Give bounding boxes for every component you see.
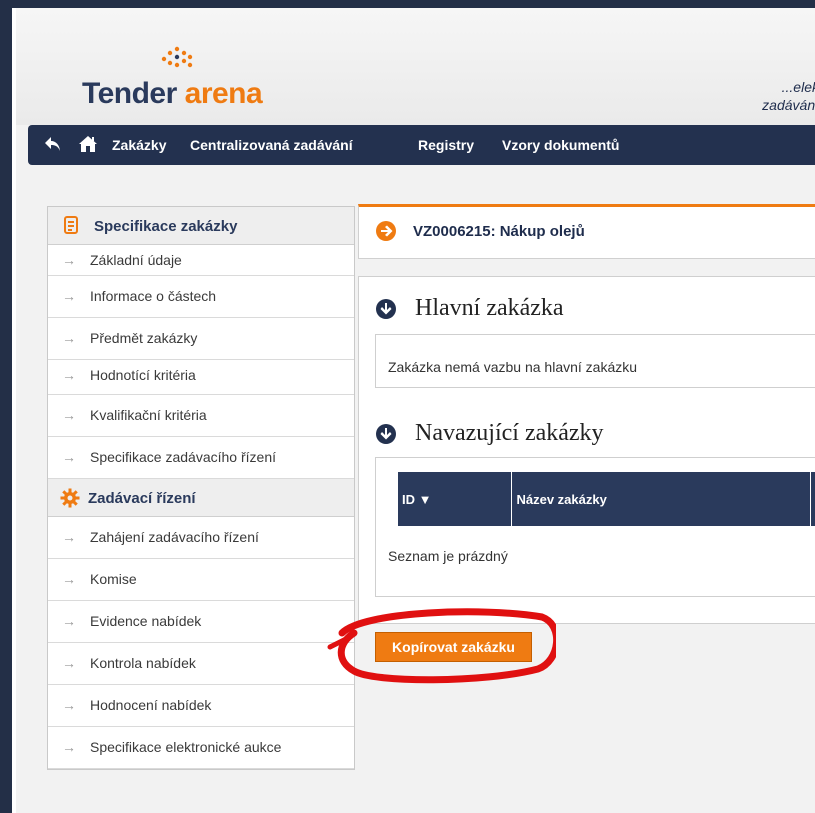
arrow-right-icon: → (62, 529, 76, 545)
sidebar-item-kvalifikacni-kriteria[interactable]: → Kvalifikační kritéria (48, 395, 354, 437)
nav-item-vzory-dokumentu[interactable]: Vzory dokumentů (502, 137, 619, 153)
logo-dots-icon (161, 46, 193, 68)
sidebar-item-label: Evidence nabídek (90, 613, 202, 629)
sidebar-item-label: Hodnotící kritéria (90, 367, 196, 383)
sidebar-item-specifikace-elektronicke-aukce[interactable]: → Specifikace elektronické aukce (48, 727, 354, 769)
main-contract-heading: Hlavní zakázka (415, 295, 564, 321)
follow-up-contracts-table: ID ▼ Název zakázky (398, 472, 815, 526)
sidebar-item-predmet-zakazky[interactable]: → Předmět zakázky (48, 318, 354, 360)
sidebar-item-evidence-nabidek[interactable]: → Evidence nabídek (48, 601, 354, 643)
empty-list-message: Seznam je prázdný (388, 548, 508, 564)
logo-text-part1: Tender (82, 77, 177, 110)
sidebar-section-specifikace[interactable]: Specifikace zakázky (48, 207, 354, 245)
nav-item-zakazky[interactable]: Zakázky (112, 137, 166, 153)
document-icon (64, 216, 78, 234)
sidebar-item-specifikace-zadavaciho-rizeni[interactable]: → Specifikace zadávacího řízení (48, 437, 354, 479)
sidebar-item-hodnotici-kriteria[interactable]: → Hodnotící kritéria (48, 360, 354, 395)
logo[interactable]: Tender arena (82, 77, 263, 111)
site-header: Tender arena ...elek zadávání (16, 8, 815, 125)
arrow-right-icon: → (62, 739, 76, 755)
sidebar-item-komise[interactable]: → Komise (48, 559, 354, 601)
sidebar: Specifikace zakázky → Základní údaje → Inf… (47, 206, 355, 770)
arrow-right-icon: → (62, 288, 76, 304)
main-nav: Zakázky Centralizovaná zadávání Registry… (28, 125, 815, 165)
sidebar-item-informace-o-castech[interactable]: → Informace o částech (48, 276, 354, 318)
arrow-right-icon: → (62, 613, 76, 629)
sidebar-item-label: Základní údaje (90, 252, 182, 268)
sidebar-item-label: Informace o částech (90, 288, 217, 304)
tagline-line2: zadávání (762, 97, 815, 113)
arrow-right-icon: → (62, 330, 76, 346)
sidebar-item-label: Komise (90, 571, 137, 587)
follow-up-contracts-box: ID ▼ Název zakázky Seznam je prázdný (375, 457, 815, 597)
arrow-right-icon: → (62, 252, 76, 268)
follow-up-contracts-header[interactable]: Navazující zakázky (359, 412, 815, 454)
tagline-line1: ...elek (781, 79, 815, 95)
contract-title-bar: VZ0006215: Nákup olejů (358, 204, 815, 259)
back-arrow-icon[interactable] (44, 135, 62, 153)
arrow-right-icon: → (62, 655, 76, 671)
sidebar-section-title: Zadávací řízení (88, 490, 196, 507)
arrow-circle-down-icon (376, 299, 396, 319)
home-icon[interactable] (78, 135, 98, 153)
arrow-right-icon: → (62, 407, 76, 423)
contract-title: VZ0006215: Nákup olejů (413, 223, 585, 240)
sidebar-item-label: Hodnocení nabídek (90, 697, 212, 713)
main-contract-message: Zakázka nemá vazbu na hlavní zakázku (388, 359, 638, 375)
nav-item-centralizovana-zadavani[interactable]: Centralizovaná zadávání (190, 137, 353, 153)
main-contract-box: Zakázka nemá vazbu na hlavní zakázku (375, 334, 815, 388)
sidebar-item-label: Zahájení zadávacího řízení (90, 529, 259, 545)
arrow-right-icon: → (62, 571, 76, 587)
logo-text-part2: arena (184, 77, 263, 110)
sidebar-section-title: Specifikace zakázky (94, 218, 238, 235)
arrow-right-icon: → (62, 449, 76, 465)
annotation-highlight (327, 608, 556, 684)
sidebar-item-zakladni-udaje[interactable]: → Základní údaje (48, 245, 354, 276)
header-tagline: ...elek zadávání (709, 78, 815, 114)
arrow-right-icon: → (62, 367, 76, 383)
arrow-circle-down-icon (376, 424, 396, 444)
sidebar-item-label: Kontrola nabídek (90, 655, 196, 671)
sidebar-item-label: Předmět zakázky (90, 330, 198, 346)
sidebar-item-label: Specifikace elektronické aukce (90, 739, 282, 755)
window-frame-top (0, 0, 815, 8)
sidebar-item-label: Kvalifikační kritéria (90, 407, 207, 423)
column-header-id[interactable]: ID ▼ (398, 472, 512, 526)
follow-up-contracts-heading: Navazující zakázky (415, 420, 604, 446)
gear-icon (60, 488, 80, 508)
main-contract-header[interactable]: Hlavní zakázka (359, 287, 815, 329)
sidebar-item-zahajeni-zadavaciho-rizeni[interactable]: → Zahájení zadávacího řízení (48, 517, 354, 559)
nav-item-registry[interactable]: Registry (418, 137, 474, 153)
table-header-row: ID ▼ Název zakázky (398, 472, 815, 526)
arrow-right-icon: → (62, 697, 76, 713)
column-header-nazev[interactable]: Název zakázky (511, 472, 811, 526)
sidebar-item-hodnoceni-nabidek[interactable]: → Hodnocení nabídek (48, 685, 354, 727)
arrow-circle-right-icon (376, 221, 396, 241)
sidebar-item-kontrola-nabidek[interactable]: → Kontrola nabídek (48, 643, 354, 685)
window-frame-left (0, 0, 12, 813)
sidebar-section-zadavaci-rizeni[interactable]: Zadávací řízení (48, 479, 354, 517)
column-header-extra (810, 472, 815, 526)
related-contracts-panel: Hlavní zakázka Zakázka nemá vazbu na hla… (358, 276, 815, 624)
sidebar-item-label: Specifikace zadávacího řízení (90, 449, 276, 465)
